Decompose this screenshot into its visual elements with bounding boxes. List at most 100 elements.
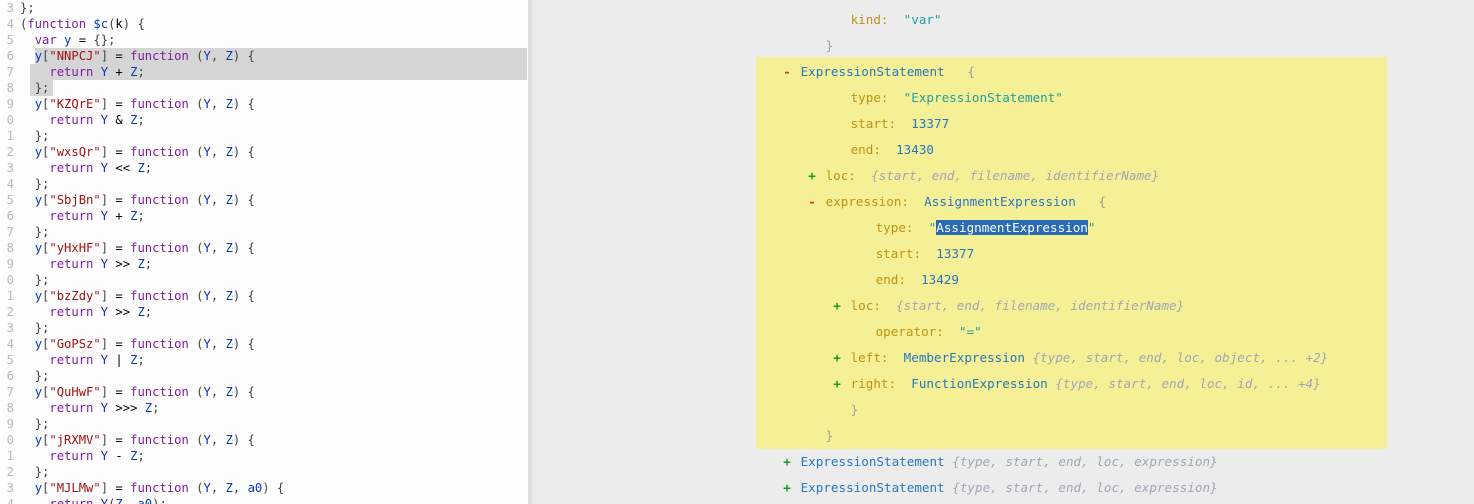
code-line[interactable]: 2 return Y >> Z; [0, 304, 527, 320]
line-number: 8 [6, 241, 14, 255]
ast-node-row[interactable]: type: "AssignmentExpression" [532, 215, 1474, 241]
code-line-text: var y = {}; [34, 33, 116, 47]
code-line-text: y["GoPSz"] = function (Y, Z) { [34, 337, 255, 351]
ast-property-value[interactable]: "=" [951, 324, 982, 339]
code-line[interactable]: 3 y["MJLMw"] = function (Y, Z, a0) { [0, 480, 527, 496]
ast-property-value[interactable]: FunctionExpression [904, 376, 1047, 391]
code-line[interactable]: 6 y["NNPCJ"] = function (Y, Z) { [0, 48, 527, 64]
ast-property-key: end: [843, 142, 889, 157]
ast-property-value[interactable]: } [843, 402, 859, 417]
code-line[interactable]: 8 return Y >>> Z; [0, 400, 527, 416]
code-line[interactable]: 9 y["KZQrE"] = function (Y, Z) { [0, 96, 527, 112]
code-line[interactable]: 4 }; [0, 176, 527, 192]
code-line-text: y["NNPCJ"] = function (Y, Z) { [34, 49, 255, 63]
ast-property-value[interactable]: "ExpressionStatement" [896, 90, 1063, 105]
line-number: 3 [6, 321, 14, 335]
code-line[interactable]: 0 return Y & Z; [0, 112, 527, 128]
ast-collapsed-preview: {type, start, end, loc, expression} [944, 454, 1218, 469]
ast-node-row[interactable]: + left: MemberExpression {type, start, e… [532, 345, 1474, 371]
expand-plus-icon[interactable]: + [781, 475, 793, 501]
code-line-text: }; [20, 1, 35, 15]
code-line[interactable]: 2 y["wxsQr"] = function (Y, Z) { [0, 144, 527, 160]
ast-property-key: type: [843, 90, 897, 105]
code-line[interactable]: 8 y["yHxHF"] = function (Y, Z) { [0, 240, 527, 256]
ast-property-value[interactable]: 13430 [889, 142, 934, 157]
line-number: 9 [6, 257, 14, 271]
ast-node-row[interactable]: + loc: {start, end, filename, identifier… [532, 163, 1474, 189]
code-line[interactable]: 1 }; [0, 128, 527, 144]
ast-property-value[interactable]: } [818, 428, 834, 443]
code-line[interactable]: 7 return Y + Z; [0, 64, 527, 80]
ast-node-row[interactable]: + loc: {start, end, filename, identifier… [532, 293, 1474, 319]
expand-plus-icon[interactable]: + [781, 449, 793, 475]
code-line-text: }; [34, 225, 50, 239]
ast-node-row[interactable]: end: 13429 [532, 267, 1474, 293]
code-line[interactable]: 9 }; [0, 416, 527, 432]
ast-node-row[interactable]: start: 13377 [532, 111, 1474, 137]
ast-node-row[interactable]: } [532, 423, 1474, 449]
ast-property-key: start: [843, 116, 904, 131]
ast-node-row[interactable]: kind: "var" [532, 7, 1474, 33]
code-line[interactable]: 7 y["QuHwF"] = function (Y, Z) { [0, 384, 527, 400]
code-line[interactable]: 5 var y = {}; [0, 32, 527, 48]
ast-tree-panel[interactable]: kind: "var" } - ExpressionStatement { typ… [532, 0, 1474, 504]
ast-property-key: start: [868, 246, 929, 261]
code-line[interactable]: 7 }; [0, 224, 527, 240]
ast-node-row[interactable]: - expression: AssignmentExpression { [532, 189, 1474, 215]
code-line[interactable]: 6 }; [0, 368, 527, 384]
expand-plus-icon[interactable]: + [831, 293, 843, 319]
code-line-text: y["jRXMV"] = function (Y, Z) { [34, 433, 255, 447]
ast-node-row[interactable]: start: 13377 [532, 241, 1474, 267]
ast-node-row[interactable]: + ExpressionStatement {type, start, end,… [532, 475, 1474, 501]
code-line-text: y["QuHwF"] = function (Y, Z) { [34, 385, 255, 399]
line-number: 8 [6, 401, 14, 415]
ast-node-row[interactable]: - ExpressionStatement { [532, 59, 1474, 85]
ast-open-brace: { [1075, 194, 1107, 209]
ast-property-value[interactable]: AssignmentExpression [917, 194, 1076, 209]
ast-property-value[interactable]: "var" [896, 12, 942, 27]
ast-node-row[interactable]: + right: FunctionExpression {type, start… [532, 371, 1474, 397]
ast-property-value[interactable]: MemberExpression [896, 350, 1025, 365]
collapse-minus-icon[interactable]: - [781, 59, 793, 85]
code-line[interactable]: 5 return Y | Z; [0, 352, 527, 368]
expand-plus-icon[interactable]: + [806, 163, 818, 189]
expand-plus-icon[interactable]: + [831, 371, 843, 397]
code-line[interactable]: 1 y["bzZdy"] = function (Y, Z) { [0, 288, 527, 304]
ast-node-row[interactable]: end: 13430 [532, 137, 1474, 163]
code-line[interactable]: 5 y["SbjBn"] = function (Y, Z) { [0, 192, 527, 208]
code-line[interactable]: 4 (function $c(k) { [0, 16, 527, 32]
ast-property-value[interactable]: 13377 [929, 246, 974, 261]
code-line[interactable]: 6 return Y + Z; [0, 208, 527, 224]
selected-text-highlight[interactable]: AssignmentExpression [936, 220, 1088, 235]
code-line[interactable]: 3 }; [0, 320, 527, 336]
code-line[interactable]: 0 y["jRXMV"] = function (Y, Z) { [0, 432, 527, 448]
collapse-minus-icon[interactable]: - [806, 189, 818, 215]
code-line-text: return Y << Z; [49, 161, 153, 175]
ast-node-row[interactable]: + ExpressionStatement {type, start, end,… [532, 449, 1474, 475]
ast-node-row[interactable]: operator: "=" [532, 319, 1474, 345]
code-line[interactable]: 9 return Y >> Z; [0, 256, 527, 272]
code-line[interactable]: 8 }; [0, 80, 527, 96]
line-number: 1 [6, 449, 14, 463]
ast-node-row[interactable]: } [532, 33, 1474, 59]
code-line[interactable]: 4 y["GoPSz"] = function (Y, Z) { [0, 336, 527, 352]
ast-property-value[interactable]: ExpressionStatement [793, 480, 945, 495]
expand-plus-icon[interactable]: + [831, 345, 843, 371]
ast-property-value[interactable]: } [818, 38, 834, 53]
ast-property-value[interactable]: ExpressionStatement [793, 64, 945, 79]
ast-node-row[interactable]: } [532, 397, 1474, 423]
code-line[interactable]: 1 return Y - Z; [0, 448, 527, 464]
ast-property-value[interactable]: 13377 [904, 116, 949, 131]
code-line[interactable]: 2 }; [0, 464, 527, 480]
code-line-text: }; [34, 465, 50, 479]
source-code-editor[interactable]: 3}; 4 (function $c(k) {5 var y = {}; 6 y["N… [0, 0, 527, 504]
code-line[interactable]: 0 }; [0, 272, 527, 288]
ast-property-value[interactable]: ExpressionStatement [793, 454, 945, 469]
ast-property-value[interactable]: 13429 [914, 272, 959, 287]
code-line[interactable]: 3 return Y << Z; [0, 160, 527, 176]
ast-property-key: loc: [843, 298, 889, 313]
ast-node-row[interactable]: type: "ExpressionStatement" [532, 85, 1474, 111]
code-line[interactable]: 4 return Y(Z, a0); [0, 496, 527, 504]
code-line[interactable]: 3}; [0, 0, 527, 16]
ast-property-value[interactable]: "AssignmentExpression" [921, 220, 1096, 235]
